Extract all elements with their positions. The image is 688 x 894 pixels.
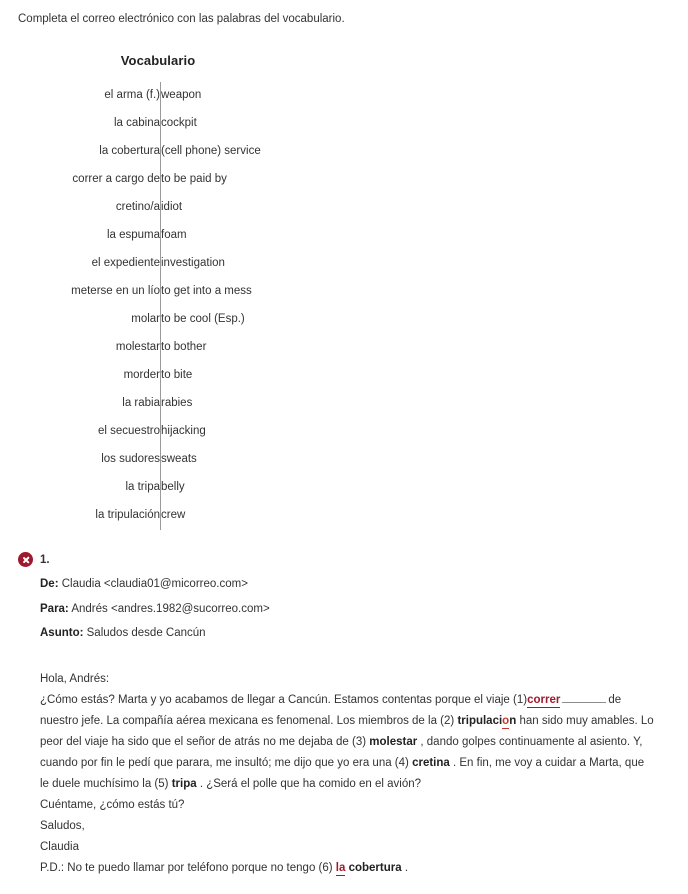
vocab-definition: to be paid by bbox=[159, 166, 261, 195]
vocab-term: la tripulación bbox=[95, 509, 160, 522]
email-closing-salutation: Saludos, bbox=[40, 819, 85, 832]
email-paragraph-main: ¿Cómo estás? Marta y yo acabamos de lleg… bbox=[40, 690, 656, 795]
table-row: cretino/a idiot bbox=[18, 194, 261, 223]
question-number: 1. bbox=[40, 553, 50, 566]
vocabulary-section: Vocabulario el arma (f.) weapon la cabin… bbox=[0, 53, 688, 531]
vocab-definition: belly bbox=[159, 474, 261, 503]
email-text-segment: P.D.: No te puedo llamar por teléfono po… bbox=[40, 861, 333, 874]
vocab-definition: sweats bbox=[159, 446, 261, 475]
vocab-definition: to get into a mess bbox=[159, 278, 261, 307]
table-row: meterse en un lío to get into a mess bbox=[18, 278, 261, 307]
table-row: correr a cargo de to be paid by bbox=[18, 166, 261, 195]
answer-blank-6-noun[interactable]: cobertura bbox=[349, 862, 402, 874]
vocabulary-title: Vocabulario bbox=[120, 53, 196, 69]
vocab-term: el secuestro bbox=[97, 425, 160, 438]
vocab-definition: crew bbox=[159, 502, 261, 531]
question-header: 1. bbox=[18, 552, 688, 568]
vocab-term: molar bbox=[131, 313, 160, 326]
vocab-definition: idiot bbox=[159, 194, 261, 223]
vocab-term: meterse en un lío bbox=[71, 285, 160, 298]
vocab-definition: hijacking bbox=[159, 418, 261, 447]
table-row: la rabia rabies bbox=[18, 390, 261, 419]
incorrect-icon bbox=[18, 552, 33, 568]
email-text-segment: . bbox=[404, 861, 409, 874]
email-text-segment: ¿Cómo estás? Marta y yo acabamos de lleg… bbox=[40, 693, 528, 706]
vocab-definition: rabies bbox=[159, 390, 261, 419]
table-row: la tripa belly bbox=[18, 474, 261, 503]
vocab-definition: to be cool (Esp.) bbox=[159, 306, 261, 335]
table-row: el arma (f.) weapon bbox=[18, 82, 261, 111]
email-subject-row: Asunto: Saludos desde Cancún bbox=[40, 626, 656, 642]
table-row: el secuestro hijacking bbox=[18, 418, 261, 447]
table-row: morder to bite bbox=[18, 362, 261, 391]
vocab-definition: to bother bbox=[159, 334, 261, 363]
answer-blank-1-extra[interactable] bbox=[562, 691, 607, 703]
vocab-term: la tripa bbox=[125, 481, 160, 494]
answer-2-prefix: tripulaci bbox=[457, 714, 503, 727]
answer-blank-6-article[interactable]: la bbox=[335, 861, 346, 876]
answer-blank-5[interactable]: tripa bbox=[172, 778, 197, 790]
email-subject-label: Asunto: bbox=[40, 627, 84, 640]
table-row: la cabina cockpit bbox=[18, 110, 261, 139]
vocab-definition: to bite bbox=[159, 362, 261, 391]
table-row: molestar to bother bbox=[18, 334, 261, 363]
table-row: los sudores sweats bbox=[18, 446, 261, 475]
vocab-term: la cobertura bbox=[99, 145, 160, 158]
answer-blank-1[interactable]: correr bbox=[527, 693, 561, 708]
email-greeting: Hola, Andrés: bbox=[40, 672, 110, 685]
answer-blank-4[interactable]: cretina bbox=[412, 757, 450, 769]
answer-blank-3[interactable]: molestar bbox=[369, 736, 417, 748]
vocab-definition: investigation bbox=[159, 250, 261, 279]
email-signature: Claudia bbox=[40, 840, 79, 853]
vocab-definition: cockpit bbox=[159, 110, 261, 139]
vocab-term: la espuma bbox=[106, 229, 160, 242]
vocab-term: la rabia bbox=[122, 397, 160, 410]
email-subject-value: Saludos desde Cancún bbox=[86, 627, 206, 640]
email-from-row: De: Claudia <claudia01@micorreo.com> bbox=[40, 577, 656, 593]
vocab-term: correr a cargo de bbox=[72, 173, 160, 186]
table-row: el expediente investigation bbox=[18, 250, 261, 279]
vocab-term: el expediente bbox=[91, 257, 160, 270]
answer-blank-2[interactable]: tripulacion bbox=[457, 714, 517, 729]
email-from-value: Claudia <claudia01@micorreo.com> bbox=[61, 578, 248, 591]
vocab-term: la cabina bbox=[113, 117, 160, 130]
answer-2-suffix: n bbox=[509, 714, 517, 727]
email-card: De: Claudia <claudia01@micorreo.com> Par… bbox=[40, 577, 656, 879]
table-row: molar to be cool (Esp.) bbox=[18, 306, 261, 335]
email-to-row: Para: Andrés <andres.1982@sucorreo.com> bbox=[40, 602, 656, 618]
email-from-label: De: bbox=[40, 578, 59, 591]
email-to-label: Para: bbox=[40, 602, 69, 615]
vocab-term: los sudores bbox=[101, 453, 160, 466]
email-postscript: P.D.: No te puedo llamar por teléfono po… bbox=[40, 858, 656, 879]
vocab-definition: foam bbox=[159, 222, 261, 251]
table-row: la cobertura (cell phone) service bbox=[18, 138, 261, 167]
table-row: la tripulación crew bbox=[18, 502, 261, 531]
email-text-segment: . ¿Será el polle que ha comido en el avi… bbox=[199, 777, 422, 790]
vocab-definition: weapon bbox=[159, 82, 261, 111]
instruction-text: Completa el correo electrónico con las p… bbox=[18, 13, 345, 25]
email-to-value: Andrés <andres.1982@sucorreo.com> bbox=[71, 602, 270, 615]
question-block: 1. De: Claudia <claudia01@micorreo.com> … bbox=[0, 552, 688, 879]
table-row: la espuma foam bbox=[18, 222, 261, 251]
vocab-term: el arma (f.) bbox=[104, 89, 160, 102]
vocab-term: cretino/a bbox=[115, 201, 160, 214]
vocab-term: morder bbox=[123, 369, 160, 382]
email-closing-question: Cuéntame, ¿cómo estás tú? bbox=[40, 798, 185, 811]
vocabulary-table: el arma (f.) weapon la cabina cockpit la… bbox=[18, 82, 261, 531]
vocab-definition: (cell phone) service bbox=[159, 138, 261, 167]
vocab-term: molestar bbox=[115, 341, 160, 354]
email-body: Hola, Andrés: ¿Cómo estás? Marta y yo ac… bbox=[40, 669, 656, 879]
